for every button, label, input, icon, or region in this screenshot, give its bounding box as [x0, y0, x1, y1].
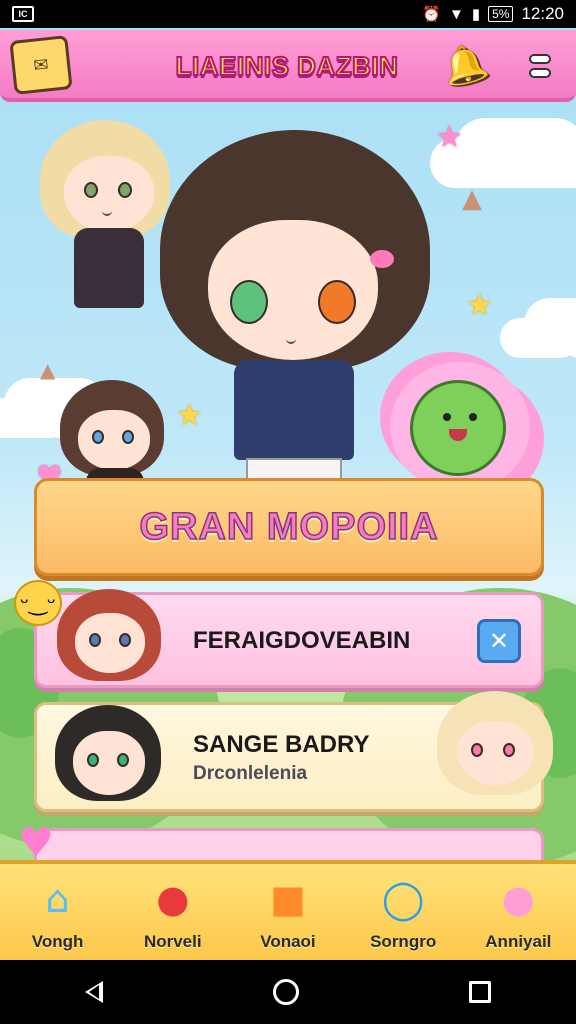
- tomato-icon: ●: [156, 877, 190, 921]
- recent-apps-icon[interactable]: [469, 981, 491, 1003]
- ring-icon: ◯: [381, 877, 425, 921]
- character-main-heroine: [150, 110, 430, 500]
- smiley-icon: ᵕ‿ᵕ: [14, 580, 62, 626]
- card-title: SANGE BADRY: [193, 731, 370, 758]
- notification-icon: IC: [12, 6, 34, 22]
- bell-icon[interactable]: 🔔: [435, 35, 496, 96]
- wifi-icon: ▼: [448, 5, 464, 23]
- nav-label: Anniyail: [485, 932, 552, 951]
- nav-item-vongh[interactable]: ⌂ Vongh: [6, 870, 110, 962]
- nav-item-vonaoi[interactable]: ■ Vonaoi: [236, 870, 340, 962]
- box-icon: ■: [270, 877, 306, 921]
- character-red-hair-avatar: [57, 589, 167, 689]
- scroll-icon[interactable]: ✉: [9, 35, 73, 95]
- star-icon: ★: [466, 288, 493, 323]
- page-title: LIAEINIS DAZBIN: [175, 50, 399, 82]
- cat-icon: ▲: [462, 184, 482, 214]
- battery-level: 5%: [488, 6, 514, 22]
- card-title: FERAIGDOVEABIN: [193, 627, 411, 654]
- list-card[interactable]: SANGE BADRY Drconlelenia: [34, 691, 553, 812]
- alarm-icon: ⏰: [422, 6, 441, 23]
- menu-icon[interactable]: [520, 44, 560, 88]
- nav-label: Norveli: [143, 932, 202, 951]
- bottom-nav: ⌂ Vongh ● Norveli ■ Vonaoi ◯ Sorngro ● A…: [0, 860, 576, 960]
- character-dark-hair-avatar: [55, 705, 165, 811]
- pig-icon: ●: [501, 877, 535, 921]
- list-card[interactable]: FERAIGDOVEABIN ✕: [34, 589, 544, 689]
- top-header-bar: ✉ LIAEINIS DAZBIN 🔔: [0, 30, 576, 102]
- status-icons: ⏰ ▼ ▮ 5% 12:20: [422, 4, 564, 24]
- house-icon: ⌂: [45, 877, 70, 921]
- nav-label: Vonaoi: [260, 932, 316, 951]
- nav-item-anniyail[interactable]: ● Anniyail: [466, 870, 570, 962]
- nav-item-sorngro[interactable]: ◯ Sorngro: [351, 870, 455, 962]
- status-bar: IC ⏰ ▼ ▮ 5% 12:20: [0, 0, 576, 28]
- cat-icon: ▲: [40, 358, 56, 382]
- cloud: [500, 318, 576, 358]
- nav-item-norveli[interactable]: ● Norveli: [121, 870, 225, 962]
- system-navigation-bar: [0, 960, 576, 1024]
- back-icon[interactable]: [85, 981, 103, 1003]
- star-icon: ★: [436, 120, 463, 155]
- nav-label: Vongh: [31, 932, 84, 951]
- home-icon[interactable]: [273, 979, 299, 1005]
- nav-label: Sorngro: [370, 932, 437, 951]
- green-blob-monster: [410, 380, 506, 476]
- signal-icon: ▮: [471, 6, 481, 23]
- card-subtitle: Drconlelenia: [193, 763, 308, 784]
- clock: 12:20: [521, 4, 564, 23]
- character-blonde-bear-avatar: [437, 691, 557, 811]
- close-icon[interactable]: ✕: [477, 619, 521, 663]
- main-play-label: GRAN MOPOIIA: [139, 505, 439, 549]
- main-play-button[interactable]: GRAN MOPOIIA: [34, 478, 544, 576]
